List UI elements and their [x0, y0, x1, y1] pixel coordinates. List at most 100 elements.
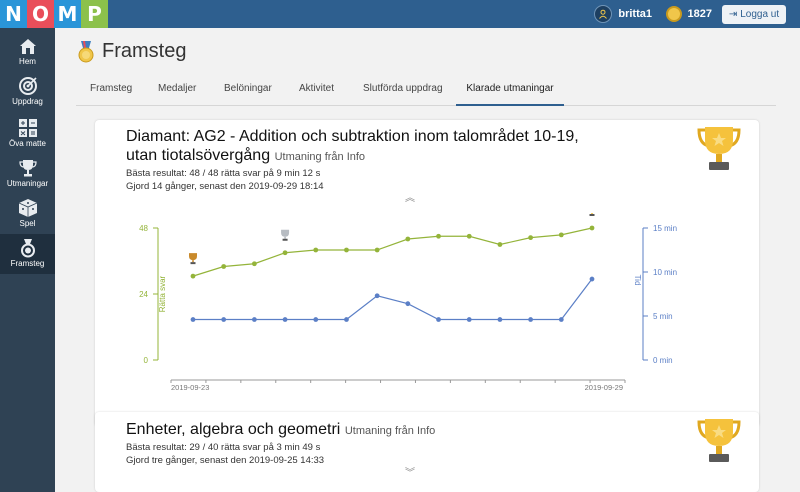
- correct-answers-point: [282, 250, 288, 256]
- time-point: [558, 317, 564, 322]
- coin-count: 1827: [687, 8, 712, 20]
- tab-klarade-utmaningar[interactable]: Klarade utmaningar: [456, 76, 564, 106]
- sidebar-item-uppdrag[interactable]: Uppdrag: [0, 76, 55, 112]
- right-axis-tick-label: 0 min: [653, 356, 673, 365]
- best-result: Bästa resultat: 29 / 40 rätta svar på 3 …: [126, 442, 321, 453]
- nomp-logo[interactable]: N O M P: [0, 0, 108, 28]
- correct-answers-point: [589, 225, 595, 231]
- challenge-card[interactable]: Diamant: AG2 - Addition och subtraktion …: [95, 120, 759, 427]
- correct-answers-point: [497, 242, 503, 247]
- sidebar-item-framsteg[interactable]: Framsteg: [0, 234, 55, 274]
- challenge-meta: Bästa resultat: 29 / 40 rätta svar på 3 …: [126, 441, 324, 467]
- home-icon: [19, 39, 36, 54]
- username: britta1: [618, 8, 652, 20]
- main-content: Framsteg Framsteg Medaljer Belöningar Ak…: [55, 28, 800, 492]
- sidebar: Hem Uppdrag Öva matte Utmaningar Spel Fr…: [0, 28, 55, 492]
- time-point: [528, 317, 534, 322]
- right-axis-label: Tid: [633, 275, 642, 286]
- right-axis-tick-label: 5 min: [653, 312, 673, 321]
- correct-answers-point: [466, 233, 472, 239]
- attempts-info: Gjord 14 gånger, senast den 2019-09-29 1…: [126, 181, 324, 192]
- logo-letter-m: M: [54, 0, 81, 28]
- correct-answers-line: [192, 227, 593, 277]
- top-bar: N O M P britta1 1827 ⇥ Logga ut: [0, 0, 800, 28]
- right-axis-tick-label: 15 min: [653, 224, 677, 233]
- tab-framsteg[interactable]: Framsteg: [90, 76, 132, 106]
- correct-answers-point: [221, 264, 227, 269]
- logo-letter-p: P: [81, 0, 108, 28]
- challenge-meta: Bästa resultat: 48 / 48 rätta svar på 9 …: [126, 167, 324, 193]
- sidebar-item-utmaningar[interactable]: Utmaningar: [0, 158, 55, 194]
- user-menu[interactable]: britta1: [594, 4, 652, 24]
- left-axis-tick-label: 24: [139, 290, 148, 299]
- sidebar-item-spel[interactable]: Spel: [0, 198, 55, 234]
- page-title: Framsteg: [102, 40, 187, 62]
- correct-answers-point: [528, 235, 534, 241]
- logout-icon: ⇥: [728, 9, 738, 20]
- tab-slutforda-uppdrag[interactable]: Slutförda uppdrag: [363, 76, 443, 106]
- correct-answers-point: [344, 247, 349, 253]
- correct-answers-point: [313, 247, 319, 253]
- time-point: [466, 317, 472, 322]
- left-axis-tick-label: 48: [139, 224, 148, 233]
- time-point: [190, 317, 196, 322]
- sidebar-item-hem[interactable]: Hem: [0, 36, 55, 70]
- correct-answers-point: [251, 261, 257, 267]
- gold-trophy-icon: [697, 419, 741, 462]
- progress-chart: 0 24 48 Rätta svar 0 min 5 min 10 min 15 min Tid…: [139, 213, 677, 392]
- time-point: [251, 317, 257, 322]
- left-axis-label: Rätta svar: [158, 275, 167, 312]
- challenge-title: Diamant: AG2 - Addition och subtraktion …: [126, 128, 579, 164]
- time-point: [497, 317, 503, 322]
- sidebar-item-ova-matte[interactable]: Öva matte: [0, 118, 55, 154]
- attempts-info: Gjord tre gånger, senast den 2019-09-25 …: [126, 455, 325, 466]
- correct-answers-point: [558, 232, 564, 238]
- medal-icon: [20, 239, 35, 258]
- operations-icon: [18, 119, 37, 137]
- challenge-source: Utmaning från Info: [344, 425, 436, 437]
- correct-answers-point: [436, 233, 441, 239]
- time-point: [282, 317, 288, 322]
- correct-answers-point: [190, 273, 196, 279]
- page-header: Framsteg: [78, 40, 186, 63]
- dice-icon: [18, 199, 37, 217]
- coin-balance[interactable]: 1827: [665, 4, 712, 24]
- challenge-title: Enheter, algebra och geometri Utmaning f…: [126, 421, 436, 438]
- right-axis-tick-label: 10 min: [653, 268, 677, 277]
- logout-button[interactable]: ⇥ Logga ut: [722, 5, 786, 24]
- coin-icon: [665, 6, 682, 22]
- x-axis-tick-label: 2019-09-23: [171, 383, 209, 392]
- gold-trophy-icon: [697, 127, 741, 170]
- correct-answers-point: [405, 236, 411, 242]
- collapse-chevron-icon[interactable]: ︽: [405, 189, 415, 204]
- time-point: [221, 317, 227, 322]
- user-icon: [594, 5, 613, 23]
- left-axis-tick-label: 0: [144, 356, 149, 365]
- best-result: Bästa resultat: 48 / 48 rätta svar på 9 …: [126, 168, 321, 179]
- bronze-trophy-icon: [189, 253, 197, 265]
- time-point: [436, 317, 441, 322]
- medal-icon: [78, 40, 94, 62]
- x-axis-tick-label: 2019-09-29: [585, 383, 623, 392]
- target-icon: [18, 77, 37, 95]
- logo-letter-n: N: [0, 0, 27, 28]
- tab-medaljer[interactable]: Medaljer: [158, 76, 196, 106]
- tab-beloningar[interactable]: Belöningar: [224, 76, 272, 106]
- correct-answers-point: [374, 247, 380, 253]
- time-point: [405, 301, 411, 307]
- tab-aktivitet[interactable]: Aktivitet: [299, 76, 334, 106]
- gold-trophy-icon: [589, 213, 595, 216]
- silver-trophy-icon: [281, 229, 290, 241]
- logout-label: Logga ut: [740, 9, 780, 20]
- challenge-card[interactable]: Enheter, algebra och geometri Utmaning f…: [95, 412, 759, 492]
- logo-letter-o: O: [27, 0, 54, 28]
- time-point: [589, 276, 595, 282]
- expand-chevron-icon[interactable]: ︾: [405, 464, 415, 479]
- challenge-source: Utmaning från Info: [274, 151, 366, 163]
- time-point: [313, 317, 319, 322]
- time-point: [374, 293, 380, 299]
- trophy-icon: [18, 160, 37, 177]
- tab-bar: Framsteg Medaljer Belöningar Aktivitet S…: [76, 76, 776, 106]
- time-point: [344, 317, 349, 322]
- time-line: [193, 278, 593, 321]
